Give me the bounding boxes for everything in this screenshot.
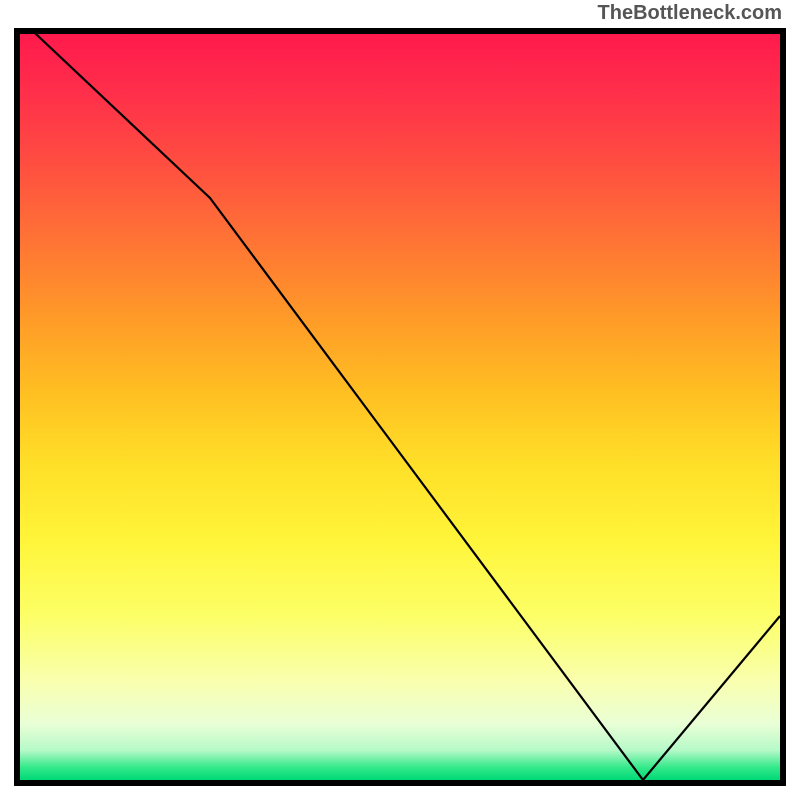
bottleneck-curve [20,34,780,780]
plot-area [20,34,780,780]
plot-frame [14,28,786,786]
attribution-text: TheBottleneck.com [598,2,782,25]
